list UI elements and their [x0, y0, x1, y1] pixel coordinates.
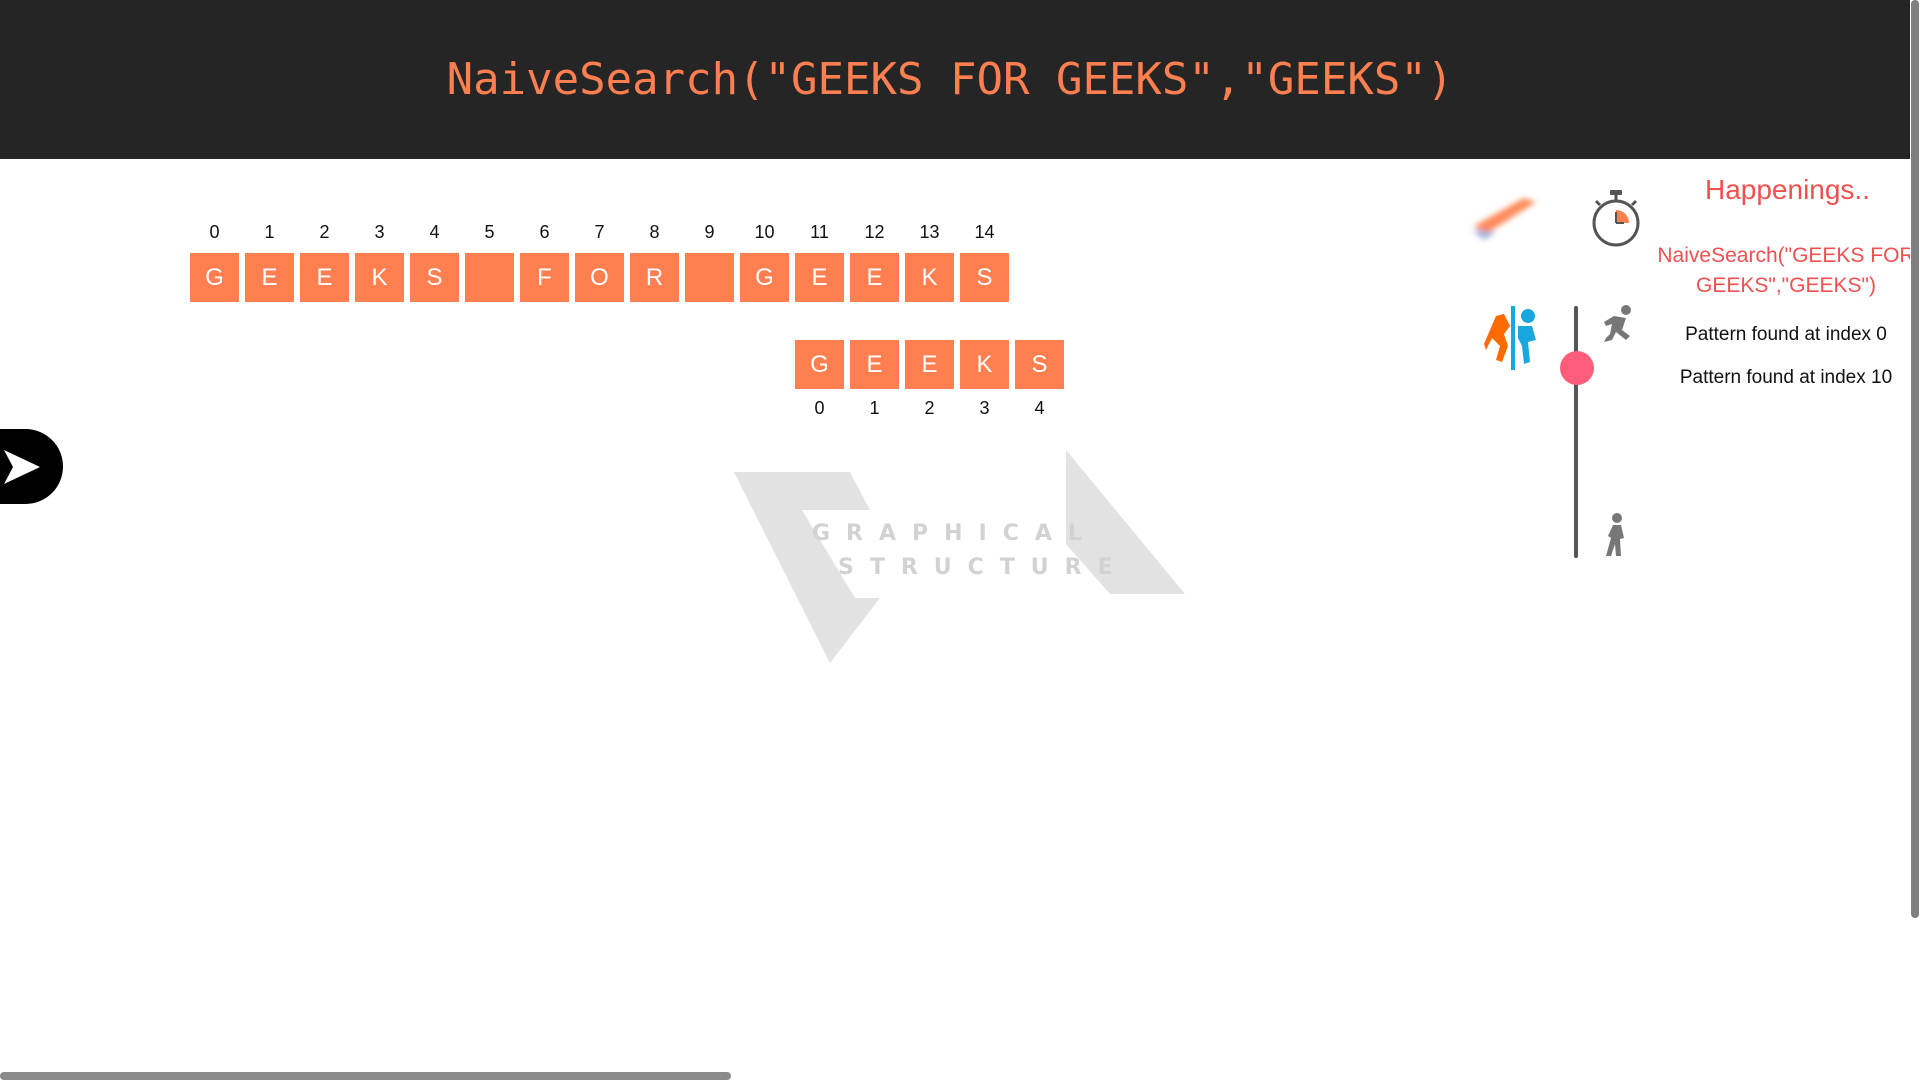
- pattern-index: 1: [869, 398, 880, 418]
- text-cell: [465, 253, 514, 302]
- text-cell: R: [630, 253, 679, 302]
- text-cell: E: [850, 253, 899, 302]
- log-entry: Pattern found at index 10: [1679, 367, 1893, 388]
- pattern-cell: K: [960, 340, 1009, 389]
- pattern-array: G E E K S: [795, 340, 1064, 389]
- horizontal-scrollbar[interactable]: [0, 1072, 731, 1080]
- vertical-scrollbar[interactable]: [1911, 0, 1919, 918]
- text-index: 0: [209, 222, 220, 242]
- text-index: 6: [539, 222, 550, 242]
- text-cell: G: [740, 253, 789, 302]
- text-index: 10: [754, 222, 775, 242]
- text-cell: [685, 253, 734, 302]
- walking-icon[interactable]: [1600, 512, 1634, 558]
- text-index: 2: [319, 222, 330, 242]
- text-index: 8: [649, 222, 660, 242]
- pattern-cell: E: [905, 340, 954, 389]
- pattern-index-row: 0 1 2 3 4: [795, 398, 1064, 419]
- pattern-index: 3: [979, 398, 990, 418]
- text-array: G E E K S F O R G E E K S: [190, 253, 1009, 302]
- text-index: 9: [704, 222, 715, 242]
- text-cell: S: [410, 253, 459, 302]
- text-cell: F: [520, 253, 569, 302]
- text-index: 4: [429, 222, 440, 242]
- text-cell: O: [575, 253, 624, 302]
- text-index: 14: [974, 222, 995, 242]
- text-cell: E: [245, 253, 294, 302]
- text-cell: K: [905, 253, 954, 302]
- text-index: 7: [594, 222, 605, 242]
- pattern-cell: E: [850, 340, 899, 389]
- happenings-log: Pattern found at index 0 Pattern found a…: [1650, 321, 1920, 407]
- text-index: 13: [919, 222, 940, 242]
- running-icon[interactable]: [1600, 304, 1636, 344]
- speed-slider-track[interactable]: [1574, 306, 1578, 558]
- pattern-index: 4: [1034, 398, 1045, 418]
- text-index: 3: [374, 222, 385, 242]
- graphical-structure-logo: GRAPHICAL STRUCTURE: [734, 450, 1185, 663]
- pattern-cell: G: [795, 340, 844, 389]
- play-button[interactable]: [0, 429, 63, 504]
- text-cell: E: [795, 253, 844, 302]
- brush-icon[interactable]: [1466, 188, 1546, 243]
- text-index: 5: [484, 222, 495, 242]
- pattern-index: 0: [814, 398, 825, 418]
- watermark-line1: GRAPHICAL: [812, 521, 1098, 546]
- header-bar: NaiveSearch("GEEKS FOR GEEKS","GEEKS"): [0, 0, 1910, 159]
- pattern-index: 2: [924, 398, 935, 418]
- text-cell: K: [355, 253, 404, 302]
- text-index: 11: [810, 222, 829, 242]
- text-index-row: 0 1 2 3 4 5 6 7 8 9 10 11 12 13 14: [190, 222, 1009, 243]
- text-index: 1: [264, 222, 275, 242]
- text-cell: G: [190, 253, 239, 302]
- watermark-line2: STRUCTURE: [838, 555, 1129, 580]
- text-index: 12: [864, 222, 885, 242]
- speed-slider-knob[interactable]: [1560, 351, 1594, 385]
- log-entry: Pattern found at index 0: [1685, 324, 1887, 345]
- text-cell: S: [960, 253, 1009, 302]
- text-cell: E: [300, 253, 349, 302]
- play-arrow-icon: [3, 449, 40, 484]
- portal-walker-icon[interactable]: [1484, 304, 1544, 372]
- pattern-cell: S: [1015, 340, 1064, 389]
- page-title: NaiveSearch("GEEKS FOR GEEKS","GEEKS"): [446, 54, 1454, 105]
- happening-current: NaiveSearch("GEEKS FOR GEEKS","GEEKS"): [1657, 244, 1915, 297]
- happenings-title: Happenings..: [1704, 174, 1870, 205]
